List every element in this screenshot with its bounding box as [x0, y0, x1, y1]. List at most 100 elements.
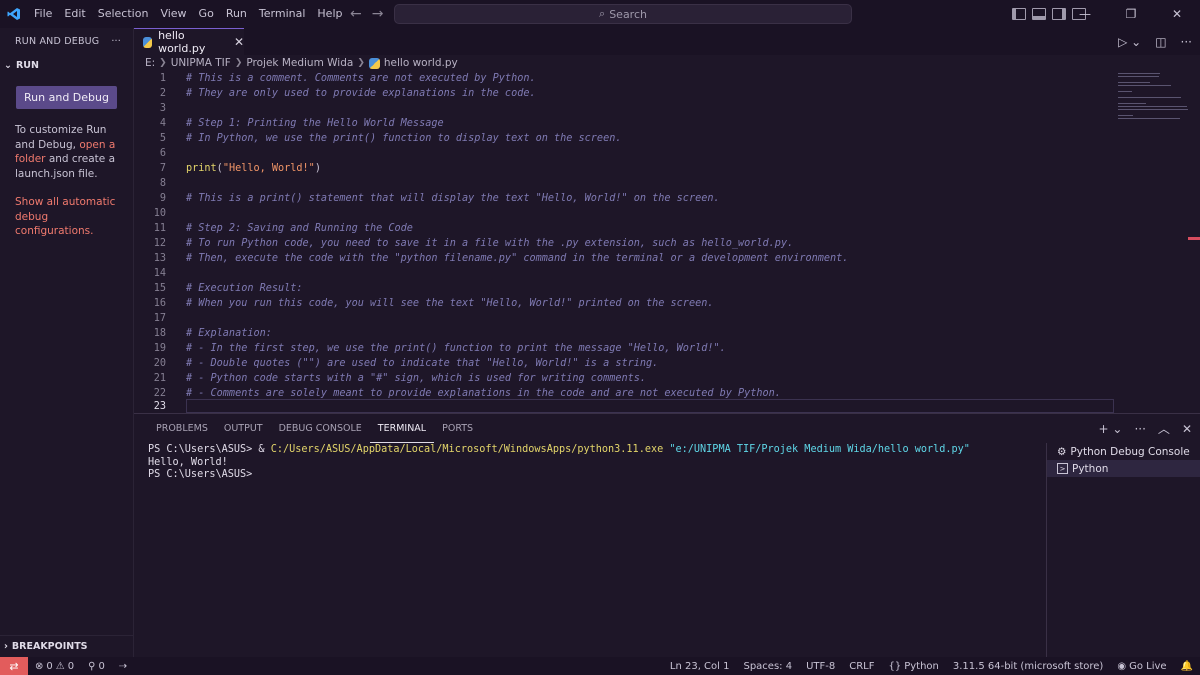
show-automatic-configs-link[interactable]: Show all automatic debug configurations. — [15, 195, 125, 239]
antenna-icon: ⚲ — [88, 660, 96, 672]
tab-hello-world-py[interactable]: hello world.py ✕ — [134, 28, 244, 55]
editor-tab-bar: hello world.py ✕ ▷ ⌄ ◫ ··· — [134, 28, 1200, 55]
sidebar-header: RUN AND DEBUG ··· — [0, 28, 133, 54]
breadcrumb-folder-unipma[interactable]: UNIPMA TIF — [171, 57, 231, 69]
warning-icon: ⚠ — [55, 660, 65, 672]
customize-hint: To customize Run and Debug, open a folde… — [15, 123, 125, 181]
tab-output[interactable]: OUTPUT — [216, 414, 271, 443]
terminal-output[interactable]: PS C:\Users\ASUS> & C:/Users/ASUS/AppDat… — [148, 444, 1038, 482]
line-number: 8 — [159, 178, 166, 189]
tab-problems[interactable]: PROBLEMS — [148, 414, 216, 443]
breadcrumb-file[interactable]: hello world.py — [384, 57, 458, 69]
notifications-bell-icon[interactable]: 🔔 — [1174, 661, 1200, 672]
code-editor[interactable]: 1 # This is a comment. Comments are not e… — [134, 71, 1200, 413]
toggle-primary-sidebar-icon[interactable] — [1012, 8, 1026, 20]
chevron-right-icon: ❯ — [357, 58, 365, 68]
code-line: 7 print("Hello, World!") — [134, 161, 1114, 176]
terminal-item-python[interactable]: > Python — [1047, 460, 1200, 477]
menu-terminal[interactable]: Terminal — [253, 0, 312, 28]
code-line: 2 # They are only used to provide explana… — [134, 86, 1114, 101]
close-panel-icon[interactable]: ✕ — [1182, 422, 1192, 436]
terminal-item-debug-console[interactable]: ⚙ Python Debug Console — [1047, 443, 1200, 460]
tab-terminal[interactable]: TERMINAL — [369, 414, 435, 443]
navigation-arrows: ← → — [350, 0, 383, 28]
terminal-icon: > — [1057, 463, 1068, 474]
cursor-position[interactable]: Ln 23, Col 1 — [663, 661, 737, 672]
run-section-label: RUN — [15, 59, 39, 71]
language-label: Python — [904, 660, 939, 672]
terminal-amp: & — [258, 444, 271, 455]
menu-selection[interactable]: Selection — [92, 0, 155, 28]
terminal-line: PS C:\Users\ASUS> — [148, 469, 253, 480]
line-number: 20 — [153, 358, 166, 369]
line-text: # Then, execute the code with the "pytho… — [186, 253, 849, 264]
ports-indicator[interactable]: ⚲ 0 — [81, 661, 112, 672]
line-text: print("Hello, World!") — [186, 163, 321, 174]
menu-view[interactable]: View — [154, 0, 192, 28]
warning-count: 0 — [67, 660, 75, 672]
problems-indicator[interactable]: ⊗ 0 ⚠ 0 — [28, 661, 81, 672]
menu-help[interactable]: Help — [311, 0, 348, 28]
scrollbar-marker — [1188, 237, 1200, 240]
line-text: # When you run this code, you will see t… — [186, 298, 714, 309]
run-section-header[interactable]: ⌄ RUN — [0, 54, 133, 76]
python-interpreter[interactable]: 3.11.5 64-bit (microsoft store) — [946, 661, 1110, 672]
status-bar: ⇄ ⊗ 0 ⚠ 0 ⚲ 0 ⇢ Ln 23, Col 1 Spaces: 4 UTF-… — [0, 657, 1200, 675]
run-and-debug-sidebar: RUN AND DEBUG ··· ⌄ RUN Run and Debug To… — [0, 28, 134, 657]
forward-arrow-icon[interactable]: → — [372, 6, 384, 22]
maximize-button[interactable]: ❐ — [1108, 0, 1154, 28]
code-line: 4 # Step 1: Printing the Hello World Mess… — [134, 116, 1114, 131]
menu-run[interactable]: Run — [220, 0, 253, 28]
back-arrow-icon[interactable]: ← — [350, 6, 362, 22]
more-actions-icon[interactable]: ··· — [1134, 422, 1145, 436]
toggle-panel-icon[interactable] — [1032, 8, 1046, 20]
line-number: 7 — [159, 163, 166, 174]
close-tab-icon[interactable]: ✕ — [234, 35, 244, 49]
menu-file[interactable]: File — [28, 0, 58, 28]
debug-launch-icon[interactable]: ⇢ — [112, 661, 134, 672]
encoding[interactable]: UTF-8 — [799, 661, 842, 672]
terminal-file-arg: "e:/UNIPMA TIF/Projek Medium Wida/hello … — [669, 444, 970, 455]
run-python-file-icon[interactable]: ▷ ⌄ — [1118, 35, 1141, 49]
tab-ports[interactable]: PORTS — [434, 414, 481, 443]
close-paren: ) — [314, 163, 321, 174]
tab-label: hello world.py — [158, 29, 206, 55]
breadcrumb-folder-projek[interactable]: Projek Medium Wida — [246, 57, 353, 69]
breakpoints-section-header[interactable]: › BREAKPOINTS — [0, 635, 134, 657]
breadcrumb-drive[interactable]: E: — [145, 57, 155, 69]
line-text: # - In the first step, we use the print(… — [186, 343, 726, 354]
code-line: 10 — [134, 206, 1114, 221]
more-actions-icon[interactable]: ··· — [1181, 35, 1192, 49]
tab-debug-console[interactable]: DEBUG CONSOLE — [271, 414, 370, 443]
minimize-button[interactable]: — — [1062, 0, 1108, 28]
code-line: 19 # - In the first step, we use the prin… — [134, 341, 1114, 356]
string-literal: "Hello, World!" — [222, 163, 315, 174]
menu-edit[interactable]: Edit — [58, 0, 91, 28]
remote-indicator-icon[interactable]: ⇄ — [0, 657, 28, 675]
breadcrumb: E: ❯ UNIPMA TIF ❯ Projek Medium Wida ❯ h… — [134, 55, 1200, 71]
code-line: 13 # Then, execute the code with the "pyt… — [134, 251, 1114, 266]
panel-actions: + ⌄ ··· ︿ ✕ — [1099, 414, 1192, 443]
line-number: 2 — [159, 88, 166, 99]
split-editor-icon[interactable]: ◫ — [1155, 35, 1166, 49]
indentation[interactable]: Spaces: 4 — [736, 661, 799, 672]
new-terminal-icon[interactable]: + ⌄ — [1099, 422, 1123, 436]
minimap[interactable] — [1118, 71, 1188, 119]
status-right: Ln 23, Col 1 Spaces: 4 UTF-8 CRLF {} Pyth… — [663, 657, 1200, 675]
line-number: 16 — [153, 298, 166, 309]
end-of-line[interactable]: CRLF — [842, 661, 881, 672]
go-live-button[interactable]: ◉ Go Live — [1110, 661, 1173, 672]
chevron-right-icon: › — [4, 641, 8, 652]
language-mode[interactable]: {} Python — [881, 661, 945, 672]
run-and-debug-button[interactable]: Run and Debug — [16, 86, 117, 109]
code-line: 12 # To run Python code, you need to save… — [134, 236, 1114, 251]
more-actions-icon[interactable]: ··· — [111, 36, 121, 47]
menu-go[interactable]: Go — [193, 0, 220, 28]
command-center-search[interactable]: ⌕ Search — [394, 4, 852, 24]
close-window-button[interactable]: ✕ — [1154, 0, 1200, 28]
line-number: 9 — [159, 193, 166, 204]
code-line: 14 — [134, 266, 1114, 281]
maximize-panel-icon[interactable]: ︿ — [1158, 420, 1170, 437]
terminal-item-label: Python — [1072, 462, 1109, 475]
breakpoints-label: BREAKPOINTS — [11, 641, 88, 652]
